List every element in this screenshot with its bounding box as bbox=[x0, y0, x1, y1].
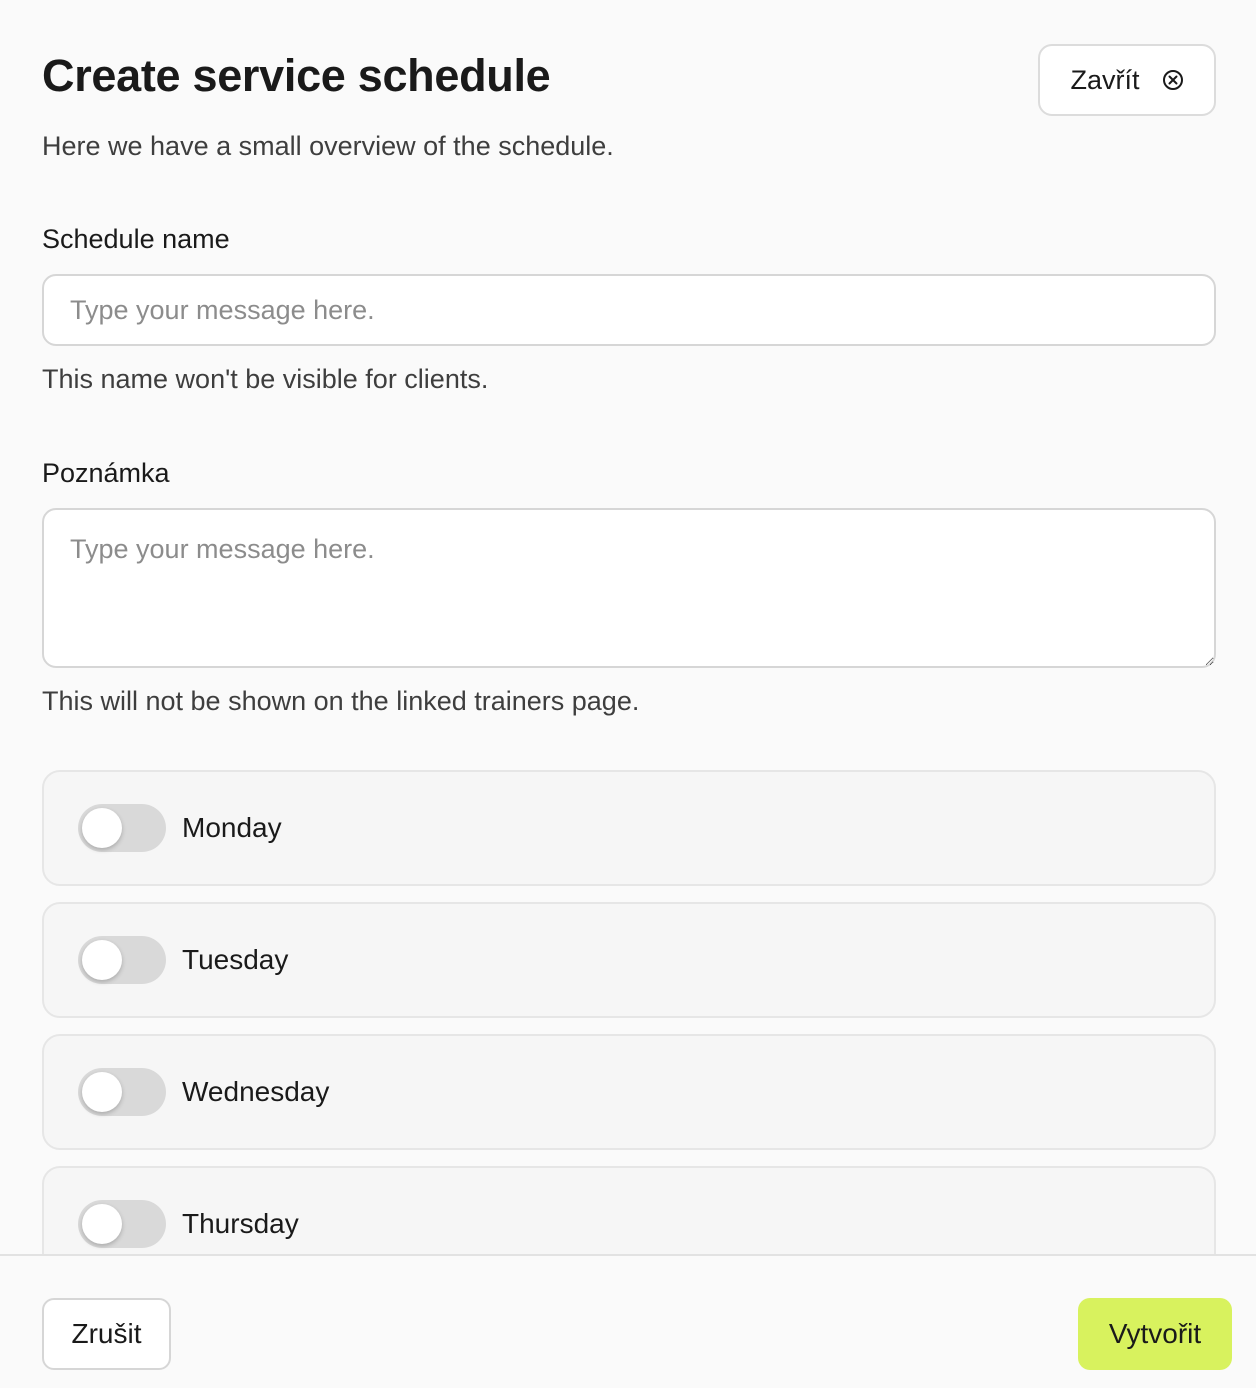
close-button-label: Zavřít bbox=[1070, 64, 1140, 95]
create-button[interactable]: Vytvořit bbox=[1078, 1298, 1232, 1370]
note-label: Poznámka bbox=[42, 458, 170, 488]
schedule-name-label: Schedule name bbox=[42, 224, 230, 254]
day-label: Tuesday bbox=[182, 944, 289, 975]
monday-toggle[interactable] bbox=[78, 804, 166, 852]
day-row-tuesday: Tuesday bbox=[42, 902, 1216, 1018]
toggle-knob bbox=[82, 808, 122, 848]
day-label: Thursday bbox=[182, 1208, 299, 1239]
toggle-knob bbox=[82, 1204, 122, 1244]
close-button[interactable]: Zavřít bbox=[1038, 44, 1216, 116]
wednesday-toggle[interactable] bbox=[78, 1068, 166, 1116]
cancel-button[interactable]: Zrušit bbox=[42, 1298, 171, 1370]
note-helper: This will not be shown on the linked tra… bbox=[42, 686, 640, 716]
schedule-name-input[interactable] bbox=[42, 274, 1216, 346]
dialog-subtitle: Here we have a small overview of the sch… bbox=[42, 131, 614, 161]
circle-x-icon bbox=[1162, 69, 1184, 91]
page-title: Create service schedule bbox=[42, 50, 551, 101]
toggle-knob bbox=[82, 1072, 122, 1112]
day-label: Wednesday bbox=[182, 1076, 330, 1107]
dialog-footer: Zrušit Vytvořit bbox=[0, 1254, 1256, 1388]
dialog-header: Create service schedule Zavřít bbox=[42, 44, 1216, 116]
schedule-name-helper: This name won't be visible for clients. bbox=[42, 364, 489, 394]
day-row-monday: Monday bbox=[42, 770, 1216, 886]
day-row-wednesday: Wednesday bbox=[42, 1034, 1216, 1150]
note-textarea[interactable] bbox=[42, 508, 1216, 668]
day-label: Monday bbox=[182, 812, 282, 843]
toggle-knob bbox=[82, 940, 122, 980]
create-schedule-dialog: Create service schedule Zavřít Here we h… bbox=[0, 0, 1256, 1388]
thursday-toggle[interactable] bbox=[78, 1200, 166, 1248]
tuesday-toggle[interactable] bbox=[78, 936, 166, 984]
